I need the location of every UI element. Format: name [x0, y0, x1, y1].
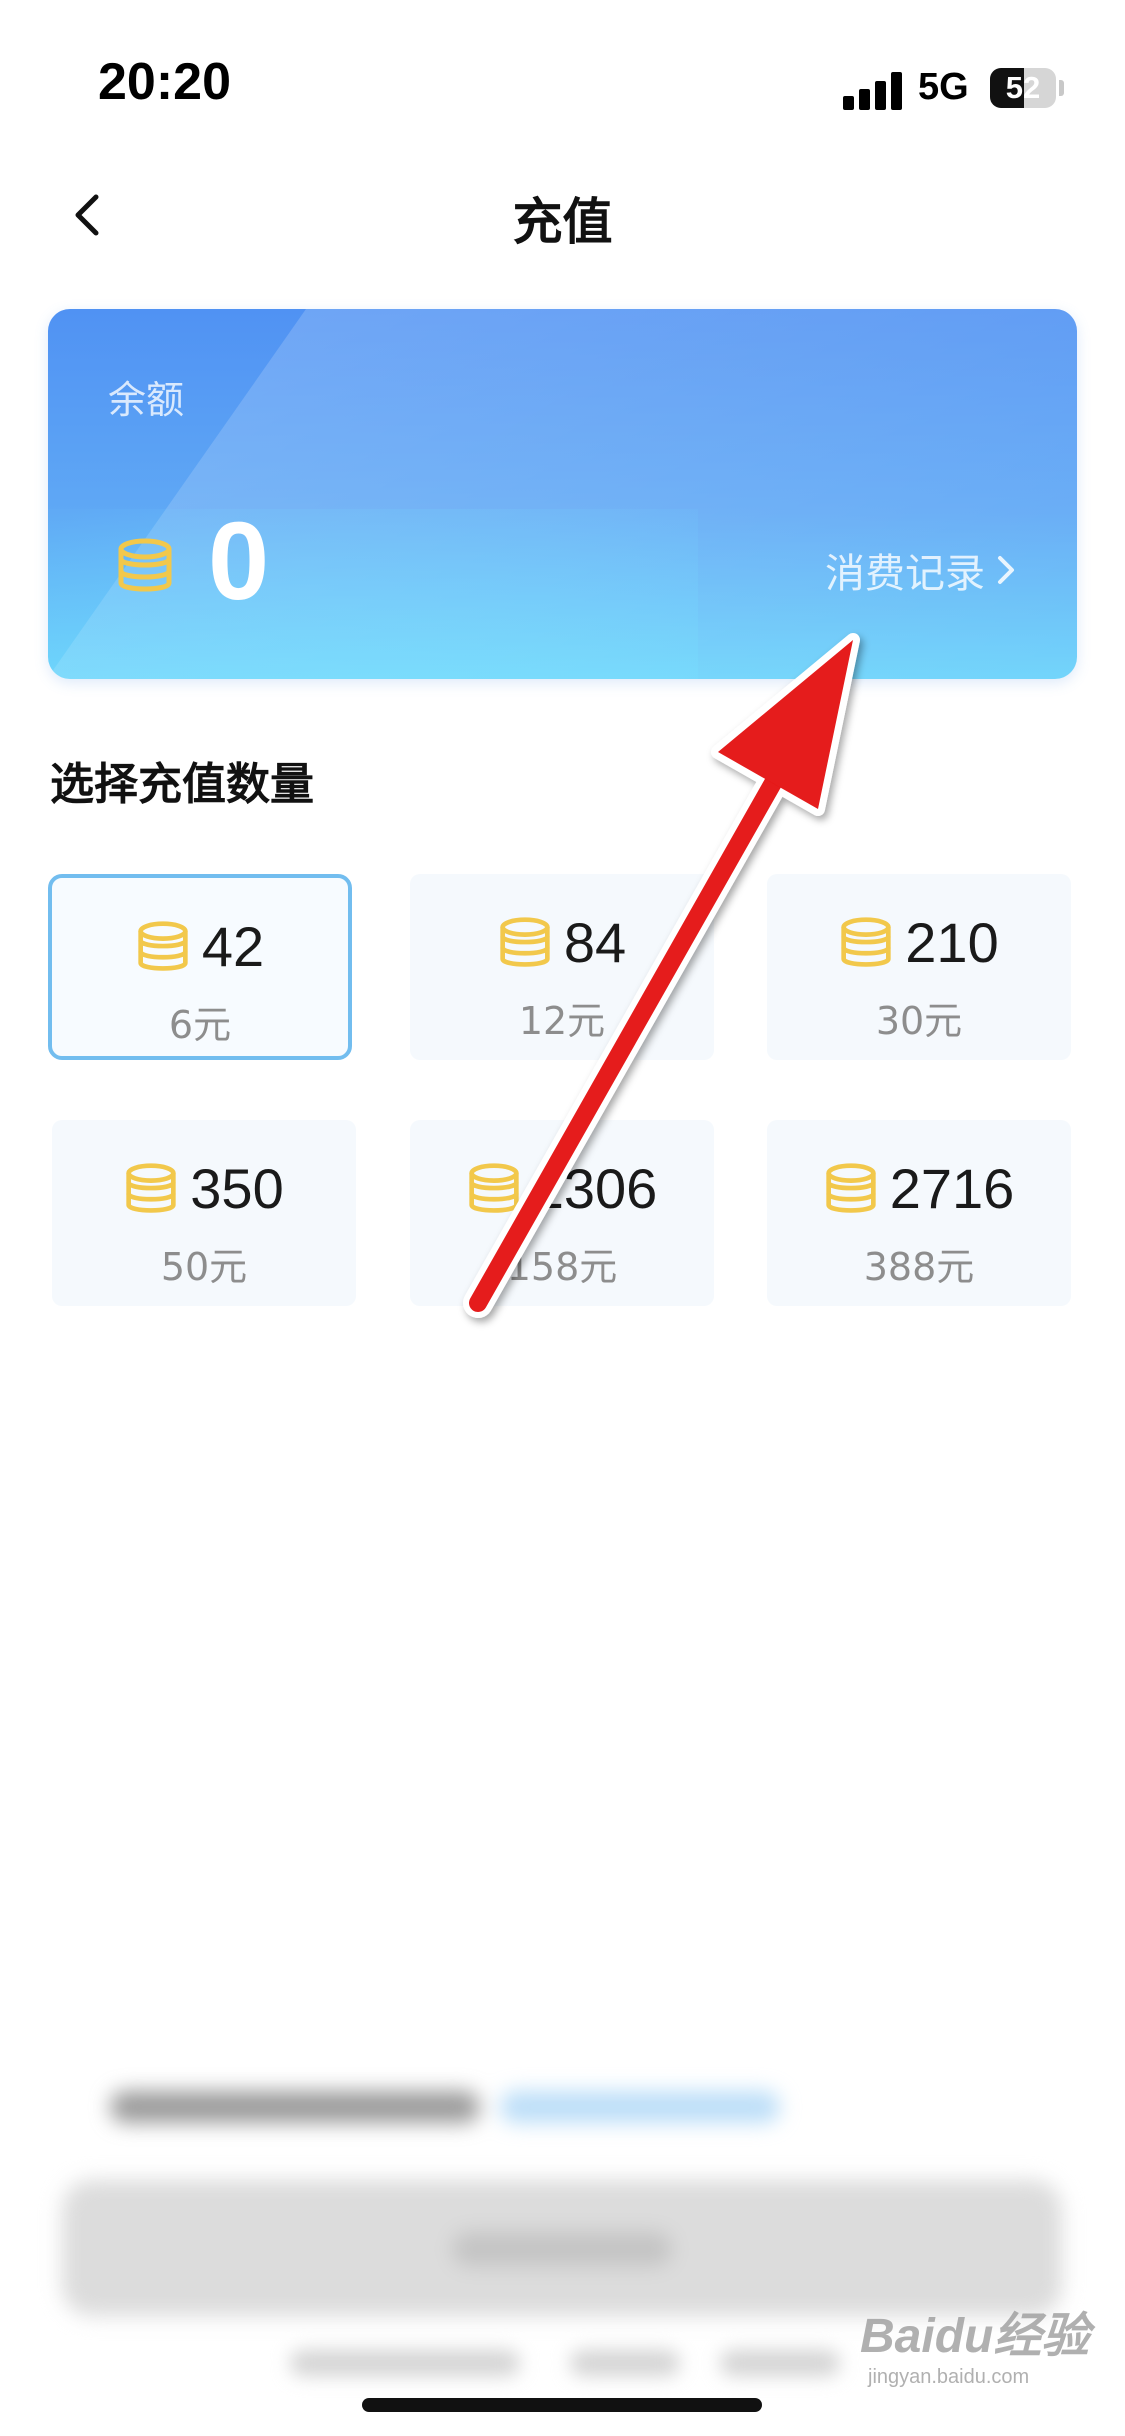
- package-price: 6元: [168, 1003, 232, 1047]
- package-option[interactable]: 350 50元: [52, 1120, 356, 1306]
- chevron-right-icon: [998, 556, 1014, 584]
- package-amount: 1306: [532, 1157, 658, 1220]
- blurred-text-gray: [110, 2091, 480, 2123]
- coin-stack-icon: [826, 1162, 876, 1213]
- balance-label: 余额: [108, 378, 185, 422]
- baidu-jingyan-watermark: Baidu经验 jingyan.baidu.com: [860, 2296, 1089, 2389]
- coin-stack-icon: [841, 916, 891, 967]
- package-amount-row: 84: [410, 910, 714, 975]
- coin-stack-icon: [126, 1162, 176, 1213]
- package-amount: 84: [563, 911, 627, 974]
- balance-value: 0: [208, 500, 270, 623]
- package-price: 30元: [875, 999, 963, 1043]
- coin-stack-icon: [138, 920, 188, 971]
- battery-percentage: 52: [1005, 70, 1041, 105]
- status-time: 20:20: [98, 53, 231, 111]
- package-amount-row: 42: [52, 914, 348, 979]
- home-indicator: [362, 2398, 762, 2412]
- blurred-button-label: [452, 2232, 672, 2266]
- cellular-signal-icon: [843, 70, 903, 110]
- package-price: 50元: [160, 1245, 248, 1289]
- package-price: 12元: [518, 999, 606, 1043]
- battery-cap: [1059, 80, 1064, 96]
- package-amount: 350: [190, 1157, 284, 1220]
- package-option[interactable]: 1306 158元: [410, 1120, 714, 1306]
- network-type: 5G: [918, 66, 969, 108]
- package-amount: 2716: [889, 1157, 1015, 1220]
- package-option[interactable]: 2716 388元: [767, 1120, 1071, 1306]
- package-amount: 42: [201, 915, 265, 978]
- watermark-url: jingyan.baidu.com: [868, 2366, 1030, 2388]
- consumption-records-label: 消费记录: [825, 551, 985, 597]
- coin-stack-icon: [500, 916, 550, 967]
- blurred-text-blue: [500, 2091, 780, 2123]
- package-amount-row: 210: [767, 910, 1071, 975]
- package-price: 158元: [506, 1245, 618, 1289]
- coin-stack-icon: [118, 538, 172, 592]
- package-amount-row: 350: [52, 1156, 356, 1221]
- package-option[interactable]: 210 30元: [767, 874, 1071, 1060]
- section-title: 选择充值数量: [50, 759, 314, 810]
- blurred-footer-links: [290, 2350, 850, 2380]
- package-amount-row: 2716: [767, 1156, 1071, 1221]
- battery-icon: 52: [990, 68, 1056, 108]
- package-price: 388元: [863, 1245, 975, 1289]
- coin-stack-icon: [469, 1162, 519, 1213]
- package-amount-row: 1306: [410, 1156, 714, 1221]
- balance-card: 余额 0 消费记录: [48, 309, 1077, 679]
- package-option[interactable]: 84 12元: [410, 874, 714, 1060]
- page-title: 充值: [512, 193, 613, 251]
- consumption-records-link[interactable]: 消费记录: [825, 541, 1017, 599]
- package-amount: 210: [905, 911, 999, 974]
- package-option[interactable]: 42 6元: [48, 874, 352, 1060]
- watermark-logo: Baidu经验: [860, 2310, 1090, 2363]
- blurred-agreement-text: [110, 2085, 790, 2129]
